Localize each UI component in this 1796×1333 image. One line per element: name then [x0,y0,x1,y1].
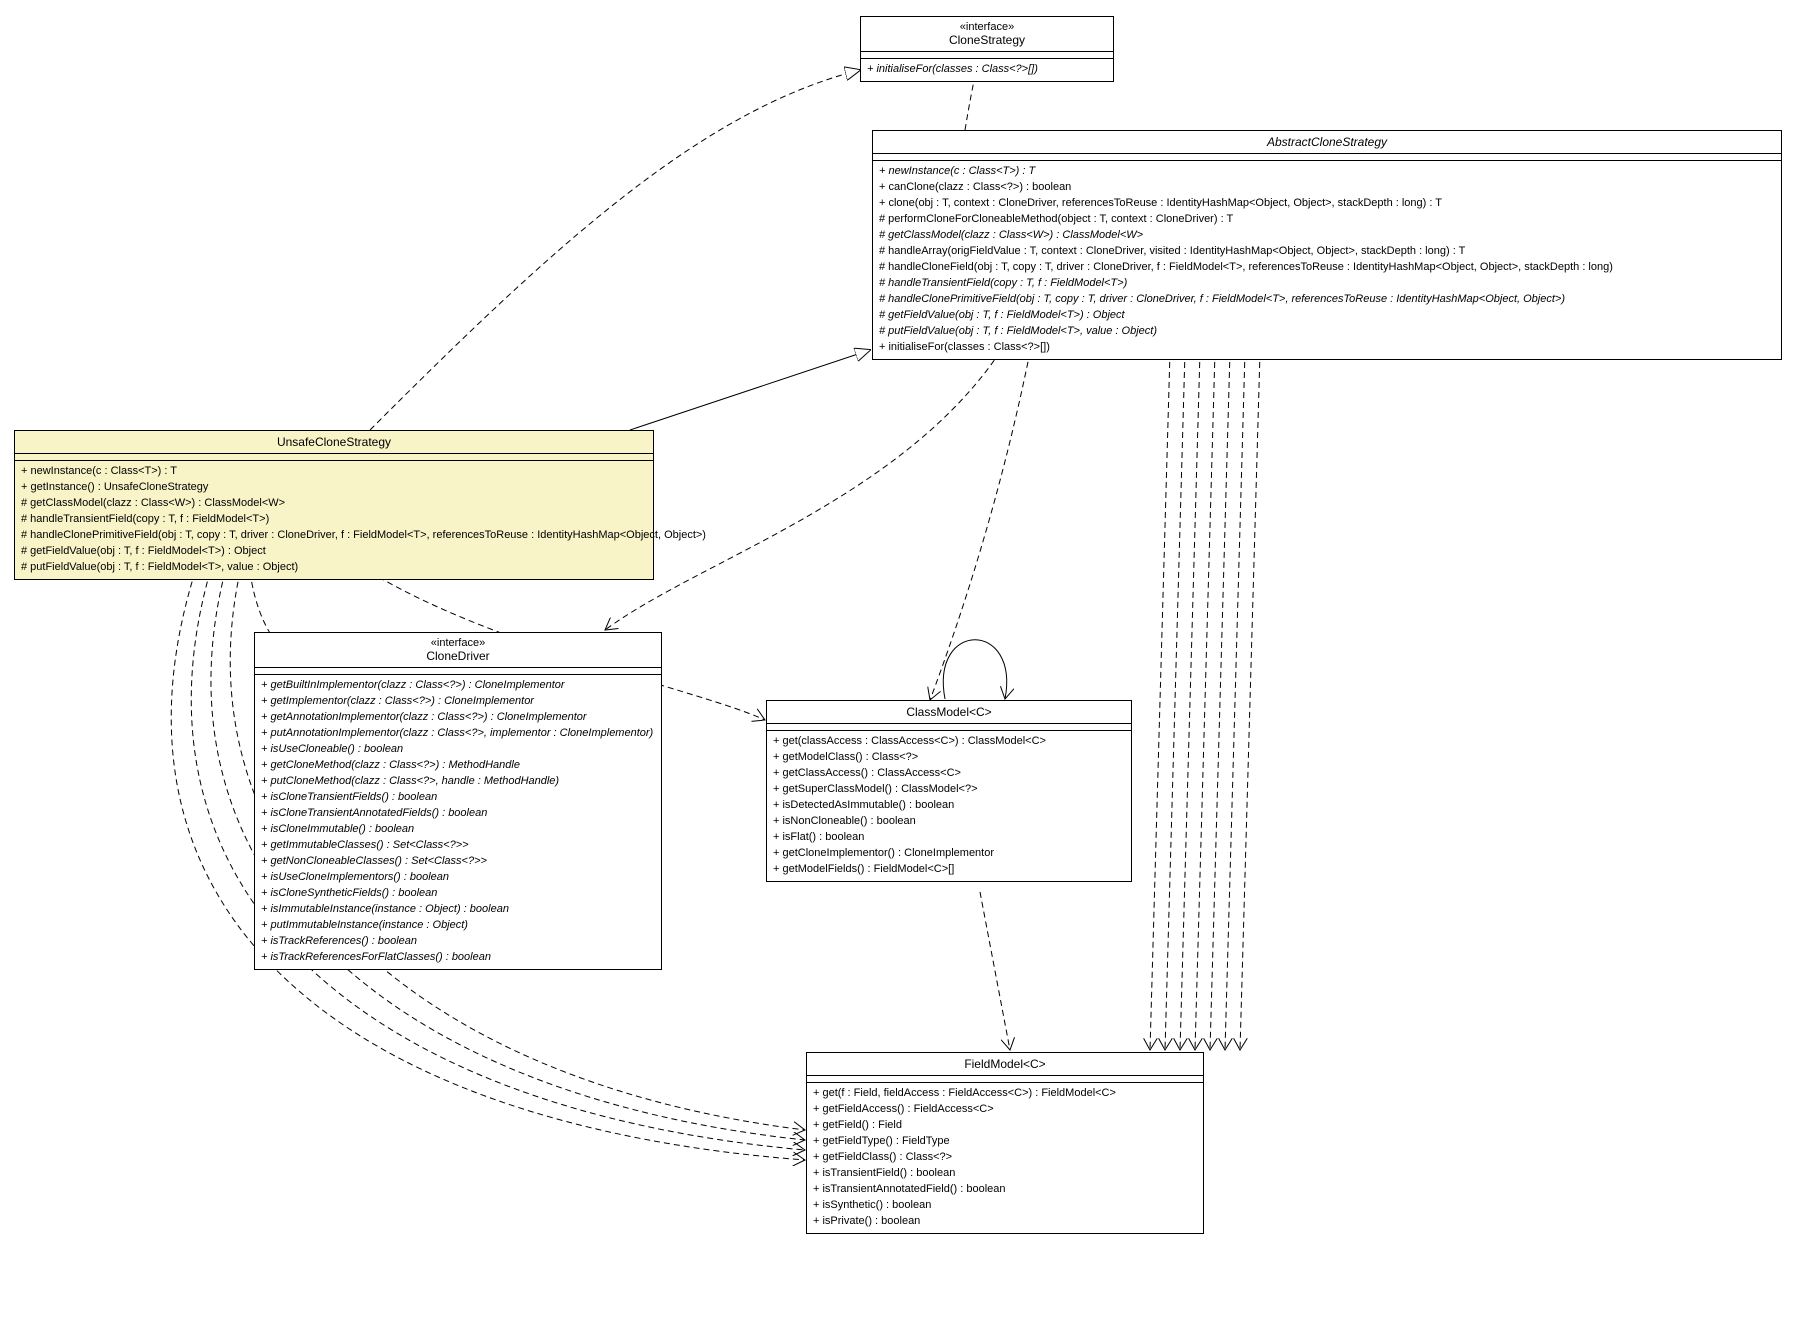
operation: # handleTransientField(copy : T, f : Fie… [879,275,1777,291]
operation: # putFieldValue(obj : T, f : FieldModel<… [21,559,649,575]
operation: # handleArray(origFieldValue : T, contex… [879,243,1777,259]
class-box-fieldmodel[interactable]: FieldModel<C> + get(f : Field, fieldAcce… [806,1052,1204,1234]
operation: + getField() : Field [813,1117,1199,1133]
operation: + getImplementor(clazz : Class<?>) : Clo… [261,693,657,709]
class-ops: + newInstance(c : Class<T>) : T + getIns… [15,461,653,579]
class-attrs [873,154,1781,161]
operation: + putAnnotationImplementor(clazz : Class… [261,725,657,741]
operation: # handleClonePrimitiveField(obj : T, cop… [21,527,649,543]
operation: + newInstance(c : Class<T>) : T [879,163,1777,179]
class-ops: + initialiseFor(classes : Class<?>[]) [861,59,1113,81]
operation: + isUseCloneable() : boolean [261,741,657,757]
class-name: CloneDriver [261,649,655,663]
operation: + getBuiltInImplementor(clazz : Class<?>… [261,677,657,693]
operation: + clone(obj : T, context : CloneDriver, … [879,195,1777,211]
operation: + getInstance() : UnsafeCloneStrategy [21,479,649,495]
operation: + getFieldAccess() : FieldAccess<C> [813,1101,1199,1117]
class-title: ClassModel<C> [767,701,1131,724]
operation: # getFieldValue(obj : T, f : FieldModel<… [21,543,649,559]
operation: + isFlat() : boolean [773,829,1127,845]
operation: + getFieldType() : FieldType [813,1133,1199,1149]
class-name: ClassModel<C> [773,705,1125,719]
stereotype: «interface» [867,21,1107,33]
operation: # handleCloneField(obj : T, copy : T, dr… [879,259,1777,275]
operation: + get(classAccess : ClassAccess<C>) : Cl… [773,733,1127,749]
operation: + getFieldClass() : Class<?> [813,1149,1199,1165]
operation: + isCloneImmutable() : boolean [261,821,657,837]
class-ops: + get(classAccess : ClassAccess<C>) : Cl… [767,731,1131,881]
operation: + getCloneMethod(clazz : Class<?>) : Met… [261,757,657,773]
operation: + getNonCloneableClasses() : Set<Class<?… [261,853,657,869]
operation: + isCloneTransientFields() : boolean [261,789,657,805]
operation: + isTrackReferencesForFlatClasses() : bo… [261,949,657,965]
operation: + isTransientField() : boolean [813,1165,1199,1181]
operation: # handleClonePrimitiveField(obj : T, cop… [879,291,1777,307]
operation: + isNonCloneable() : boolean [773,813,1127,829]
class-attrs [807,1076,1203,1083]
operation: # getClassModel(clazz : Class<W>) : Clas… [879,227,1777,243]
class-box-unsafeclonestrategy[interactable]: UnsafeCloneStrategy + newInstance(c : Cl… [14,430,654,580]
operation: + get(f : Field, fieldAccess : FieldAcce… [813,1085,1199,1101]
operation: + isTrackReferences() : boolean [261,933,657,949]
operation: + getClassAccess() : ClassAccess<C> [773,765,1127,781]
operation: # handleTransientField(copy : T, f : Fie… [21,511,649,527]
class-box-classmodel[interactable]: ClassModel<C> + get(classAccess : ClassA… [766,700,1132,882]
operation: + isSynthetic() : boolean [813,1197,1199,1213]
operation: + isDetectedAsImmutable() : boolean [773,797,1127,813]
class-attrs [255,668,661,675]
operation: + putImmutableInstance(instance : Object… [261,917,657,933]
operation: # getClassModel(clazz : Class<W>) : Clas… [21,495,649,511]
class-title: FieldModel<C> [807,1053,1203,1076]
class-attrs [767,724,1131,731]
class-attrs [15,454,653,461]
class-ops: + getBuiltInImplementor(clazz : Class<?>… [255,675,661,969]
operation: + putCloneMethod(clazz : Class<?>, handl… [261,773,657,789]
class-name: CloneStrategy [867,33,1107,47]
class-name: FieldModel<C> [813,1057,1197,1071]
operation: + isUseCloneImplementors() : boolean [261,869,657,885]
operation: + isCloneSyntheticFields() : boolean [261,885,657,901]
operation: # getFieldValue(obj : T, f : FieldModel<… [879,307,1777,323]
operation: + getCloneImplementor() : CloneImplement… [773,845,1127,861]
class-ops: + newInstance(c : Class<T>) : T + canClo… [873,161,1781,359]
class-title: «interface» CloneDriver [255,633,661,668]
class-attrs [861,52,1113,59]
operation: + canClone(clazz : Class<?>) : boolean [879,179,1777,195]
operation: + initialiseFor(classes : Class<?>[]) [879,339,1777,355]
class-title: AbstractCloneStrategy [873,131,1781,154]
operation: + getImmutableClasses() : Set<Class<?>> [261,837,657,853]
stereotype: «interface» [261,637,655,649]
class-box-clonestrategy[interactable]: «interface» CloneStrategy + initialiseFo… [860,16,1114,82]
operation: + getSuperClassModel() : ClassModel<?> [773,781,1127,797]
class-box-abstractclonestrategy[interactable]: AbstractCloneStrategy + newInstance(c : … [872,130,1782,360]
operation: + isPrivate() : boolean [813,1213,1199,1229]
operation: # performCloneForCloneableMethod(object … [879,211,1777,227]
operation: + isTransientAnnotatedField() : boolean [813,1181,1199,1197]
operation: + getModelClass() : Class<?> [773,749,1127,765]
operation: + getAnnotationImplementor(clazz : Class… [261,709,657,725]
operation: + getModelFields() : FieldModel<C>[] [773,861,1127,877]
class-name: UnsafeCloneStrategy [21,435,647,449]
operation: + initialiseFor(classes : Class<?>[]) [867,61,1109,77]
operation: + isCloneTransientAnnotatedFields() : bo… [261,805,657,821]
class-name: AbstractCloneStrategy [879,135,1775,149]
class-ops: + get(f : Field, fieldAccess : FieldAcce… [807,1083,1203,1233]
operation: + newInstance(c : Class<T>) : T [21,463,649,479]
operation: # putFieldValue(obj : T, f : FieldModel<… [879,323,1777,339]
class-title: «interface» CloneStrategy [861,17,1113,52]
uml-diagram-canvas: «interface» CloneStrategy + initialiseFo… [0,0,1796,1333]
operation: + isImmutableInstance(instance : Object)… [261,901,657,917]
class-title: UnsafeCloneStrategy [15,431,653,454]
class-box-clonedriver[interactable]: «interface» CloneDriver + getBuiltInImpl… [254,632,662,970]
